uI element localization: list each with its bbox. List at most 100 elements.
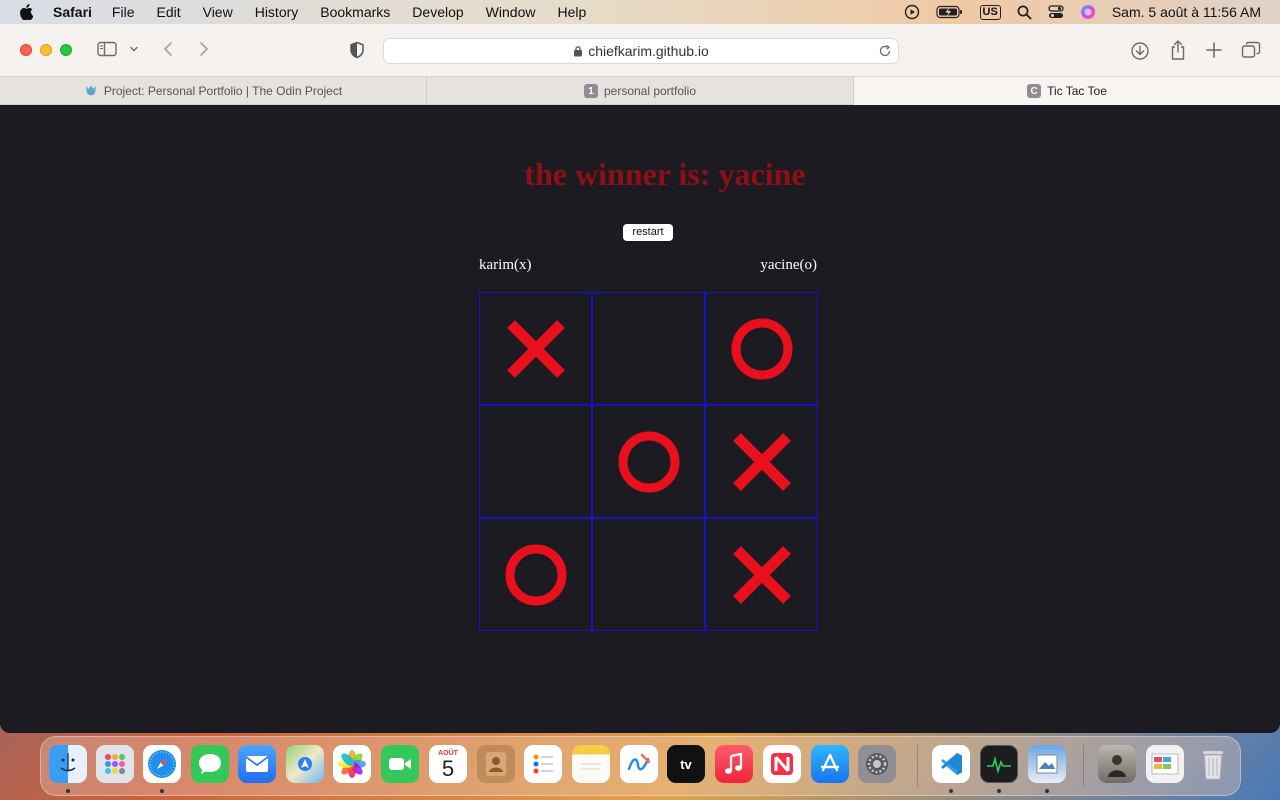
- system-settings-icon[interactable]: [858, 745, 896, 783]
- freeform-icon[interactable]: [620, 745, 658, 783]
- maps-icon[interactable]: [286, 745, 324, 783]
- photo-thumbnail-icon[interactable]: [1098, 745, 1136, 783]
- app-store-icon[interactable]: [811, 745, 849, 783]
- back-icon[interactable]: [161, 41, 175, 57]
- player-o-label: yacine(o): [760, 257, 817, 273]
- downloads-icon[interactable]: [1130, 41, 1150, 61]
- music-icon[interactable]: [715, 745, 753, 783]
- menu-help[interactable]: Help: [557, 4, 586, 20]
- address-bar[interactable]: chiefkarim.github.io: [383, 38, 899, 64]
- board-cell[interactable]: [592, 518, 705, 631]
- x-mark-icon: [732, 432, 791, 491]
- forward-icon[interactable]: [197, 41, 211, 57]
- restart-button[interactable]: restart: [623, 224, 673, 241]
- menu-bar: Safari File Edit View History Bookmarks …: [0, 0, 1280, 24]
- chevron-down-icon[interactable]: [129, 45, 139, 53]
- preview-icon[interactable]: [1028, 745, 1066, 783]
- fullscreen-window-button[interactable]: [60, 44, 72, 56]
- reminders-icon[interactable]: [524, 745, 562, 783]
- board-cell[interactable]: [705, 405, 818, 518]
- dock: AOÛT 5 tv: [40, 736, 1241, 796]
- menu-view[interactable]: View: [203, 4, 233, 20]
- menu-bookmarks[interactable]: Bookmarks: [320, 4, 390, 20]
- safari-app-icon[interactable]: [143, 745, 181, 783]
- board-cell[interactable]: [479, 518, 592, 631]
- control-center-icon[interactable]: [1048, 5, 1064, 19]
- mail-icon[interactable]: [238, 745, 276, 783]
- apple-icon[interactable]: [19, 4, 33, 20]
- reload-icon[interactable]: [878, 44, 892, 58]
- activity-monitor-icon[interactable]: [980, 745, 1018, 783]
- tab-tic-tac-toe[interactable]: C Tic Tac Toe: [854, 77, 1280, 105]
- tab-favicon: 1: [583, 84, 598, 98]
- window-thumbnail-icon[interactable]: [1146, 745, 1184, 783]
- board-cell[interactable]: [592, 405, 705, 518]
- launchpad-icon[interactable]: [96, 745, 134, 783]
- tab-odin-project[interactable]: Project: Personal Portfolio | The Odin P…: [0, 77, 427, 105]
- running-indicator: [160, 789, 164, 793]
- dock-separator: [1083, 745, 1084, 787]
- tab-title: Project: Personal Portfolio | The Odin P…: [103, 84, 343, 98]
- close-window-button[interactable]: [20, 44, 32, 56]
- now-playing-icon[interactable]: [904, 4, 920, 20]
- tab-bar: Project: Personal Portfolio | The Odin P…: [0, 77, 1280, 105]
- menu-file[interactable]: File: [112, 4, 135, 20]
- running-indicator: [66, 789, 70, 793]
- board-cell[interactable]: [705, 292, 818, 405]
- notes-icon[interactable]: [572, 745, 610, 783]
- siri-icon[interactable]: [1080, 4, 1096, 20]
- battery-icon[interactable]: [935, 5, 964, 19]
- player-x-label: karim(x): [479, 257, 532, 273]
- share-icon[interactable]: [1169, 39, 1187, 61]
- photos-icon[interactable]: [333, 745, 371, 783]
- contacts-icon[interactable]: [477, 745, 515, 783]
- safari-window: chiefkarim.github.io Project: Personal P…: [0, 24, 1280, 733]
- menubar-clock[interactable]: Sam. 5 août à 11:56 AM: [1112, 4, 1261, 20]
- board-cell[interactable]: [479, 292, 592, 405]
- new-tab-icon[interactable]: [1205, 41, 1223, 59]
- apple-tv-icon[interactable]: tv: [667, 745, 705, 783]
- minimize-window-button[interactable]: [40, 44, 52, 56]
- trash-icon[interactable]: [1194, 745, 1232, 783]
- web-page: the winner is: yacine restart karim(x) y…: [0, 106, 1280, 733]
- tab-favicon: C: [1027, 84, 1042, 98]
- calendar-icon[interactable]: AOÛT 5: [429, 745, 467, 783]
- tab-overview-icon[interactable]: [1241, 41, 1261, 59]
- spotlight-search-icon[interactable]: [1017, 5, 1032, 20]
- facetime-icon[interactable]: [381, 745, 419, 783]
- board-cell[interactable]: [592, 292, 705, 405]
- input-source-label: US: [979, 4, 1001, 20]
- game-board: [479, 292, 818, 631]
- running-indicator: [1045, 789, 1049, 793]
- menu-app-safari[interactable]: Safari: [53, 4, 92, 20]
- messages-icon[interactable]: [191, 745, 229, 783]
- dock-separator: [917, 745, 918, 787]
- running-indicator: [949, 789, 953, 793]
- privacy-report-icon[interactable]: [349, 41, 365, 59]
- menu-window[interactable]: Window: [486, 4, 536, 20]
- tab-title: Tic Tac Toe: [1047, 84, 1107, 98]
- menu-develop[interactable]: Develop: [412, 4, 463, 20]
- vscode-icon[interactable]: [932, 745, 970, 783]
- finder-icon[interactable]: [49, 745, 87, 783]
- board-cell[interactable]: [479, 405, 592, 518]
- menu-history[interactable]: History: [255, 4, 299, 20]
- running-indicator: [997, 789, 1001, 793]
- o-mark-icon: [618, 431, 679, 492]
- menu-edit[interactable]: Edit: [156, 4, 180, 20]
- board-cell[interactable]: [705, 518, 818, 631]
- winner-heading: the winner is: yacine: [524, 156, 806, 192]
- tv-label: tv: [680, 756, 692, 772]
- tab-personal-portfolio[interactable]: 1 personal portfolio: [427, 77, 854, 105]
- input-source-badge[interactable]: US: [979, 4, 1001, 20]
- news-icon[interactable]: [763, 745, 801, 783]
- tab-title: personal portfolio: [603, 84, 697, 98]
- o-mark-icon: [505, 544, 566, 605]
- odin-icon: [84, 84, 98, 98]
- calendar-day: 5: [441, 755, 455, 781]
- x-mark-icon: [506, 319, 565, 378]
- url-text: chiefkarim.github.io: [588, 43, 709, 59]
- lock-icon: [573, 45, 583, 57]
- x-mark-icon: [732, 545, 791, 604]
- sidebar-toggle-icon[interactable]: [97, 41, 117, 57]
